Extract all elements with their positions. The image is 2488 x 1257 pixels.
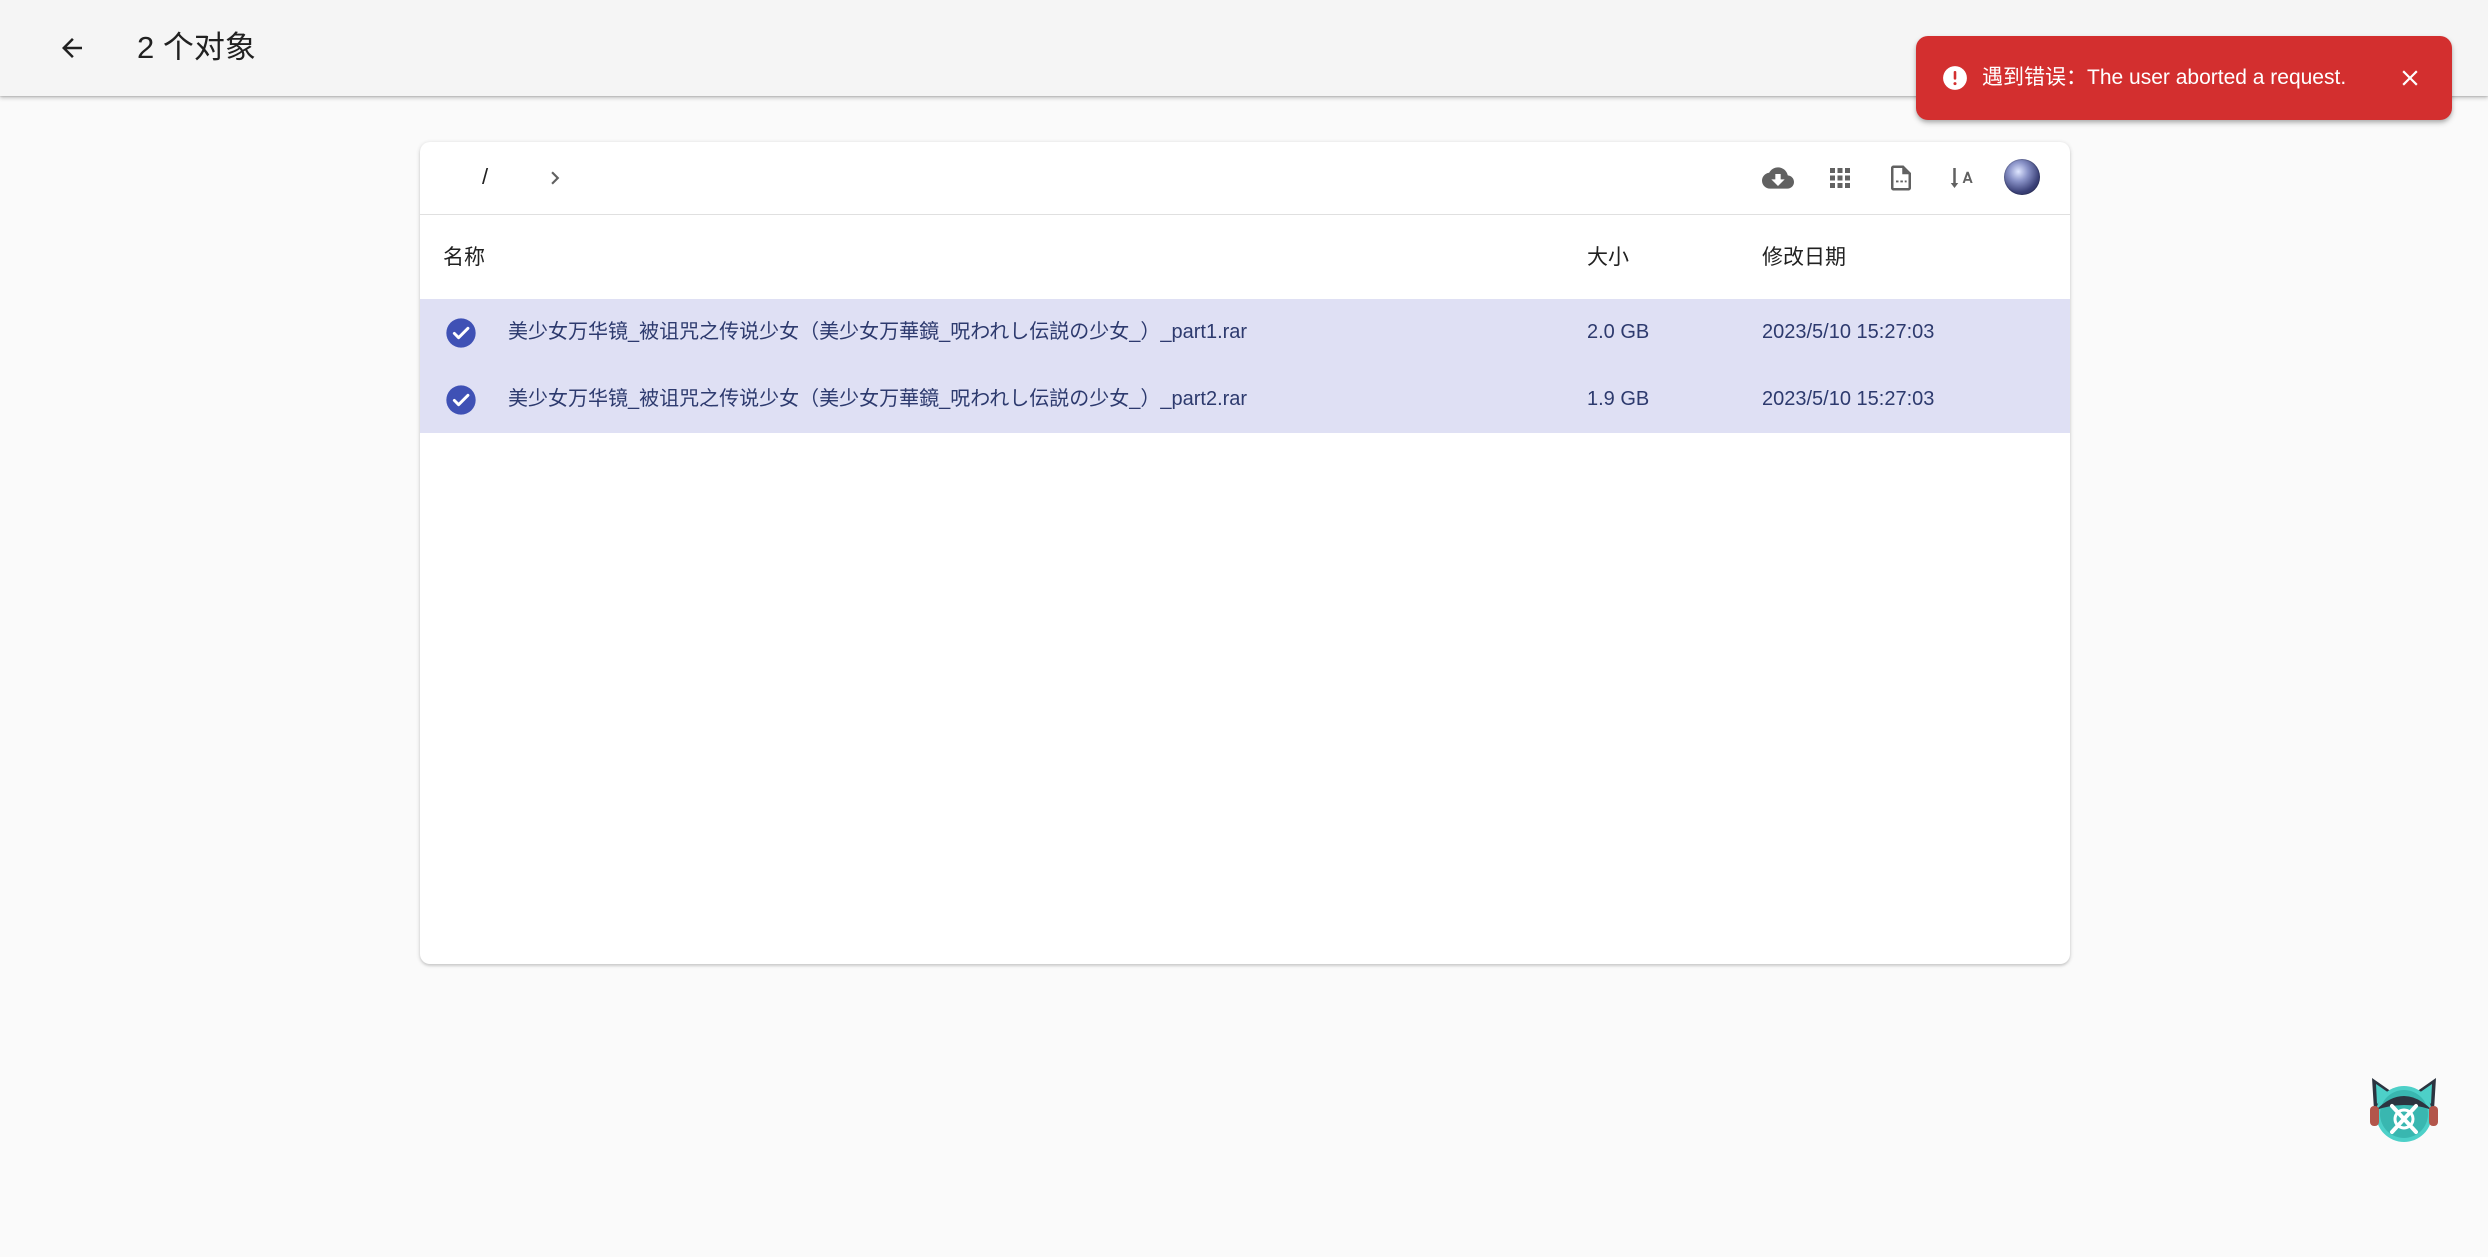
sort-button[interactable] (1944, 160, 1980, 196)
column-header-size[interactable]: 大小 (1587, 244, 1629, 272)
file-name: 美少女万华镜_被诅咒之传说少女（美少女万華鏡_呪われし伝説の少女_）_part2… (508, 388, 1248, 410)
file-list-card: / 名称 大小 修改日期 美少女万华镜_被诅咒之传说少女（美少女万華鏡_呪われし… (420, 142, 2070, 964)
table-row[interactable]: 美少女万华镜_被诅咒之传说少女（美少女万華鏡_呪われし伝説の少女_）_part2… (420, 366, 2070, 433)
column-header-modified[interactable]: 修改日期 (1762, 244, 1846, 272)
grid-view-icon (1830, 168, 1850, 188)
back-button[interactable] (44, 24, 100, 72)
table-header: 名称 大小 修改日期 (420, 214, 2070, 298)
chevron-right-icon (551, 171, 560, 185)
sort-alpha-icon (1950, 168, 1973, 188)
alert-circle-icon (1943, 66, 1967, 90)
file-modified: 2023/5/10 15:27:03 (1762, 388, 1935, 410)
error-toast: 遇到错误：The user aborted a request. (1916, 36, 2452, 120)
file-size: 2.0 GB (1587, 321, 1650, 343)
file-size: 1.9 GB (1587, 388, 1650, 410)
avatar[interactable] (2004, 159, 2040, 195)
checkbox-checked-icon[interactable] (445, 317, 477, 349)
breadcrumb-root[interactable]: / (482, 162, 488, 192)
table-row[interactable]: 美少女万华镜_被诅咒之传说少女（美少女万華鏡_呪われし伝説の少女_）_part1… (420, 299, 2070, 366)
arrow-left-icon (62, 38, 82, 58)
file-toolbar: / (420, 142, 2070, 215)
close-icon (2402, 70, 2418, 86)
cloud-download-icon (1762, 167, 1794, 189)
mascot-icon[interactable] (2364, 1070, 2444, 1150)
file-name: 美少女万华镜_被诅咒之传说少女（美少女万華鏡_呪われし伝説の少女_）_part1… (508, 321, 1248, 343)
grid-view-button[interactable] (1822, 160, 1858, 196)
toast-message: 遇到错误：The user aborted a request. (1982, 66, 2347, 89)
file-info-button[interactable] (1883, 160, 1919, 196)
download-button[interactable] (1760, 160, 1796, 196)
page-title: 2 个对象 (137, 30, 256, 65)
file-dashed-icon (1891, 165, 1911, 191)
toast-close-button[interactable] (2394, 62, 2426, 94)
column-header-name[interactable]: 名称 (443, 244, 485, 272)
breadcrumb-expand-button[interactable] (540, 163, 570, 193)
checkbox-checked-icon[interactable] (445, 384, 477, 416)
file-modified: 2023/5/10 15:27:03 (1762, 321, 1935, 343)
